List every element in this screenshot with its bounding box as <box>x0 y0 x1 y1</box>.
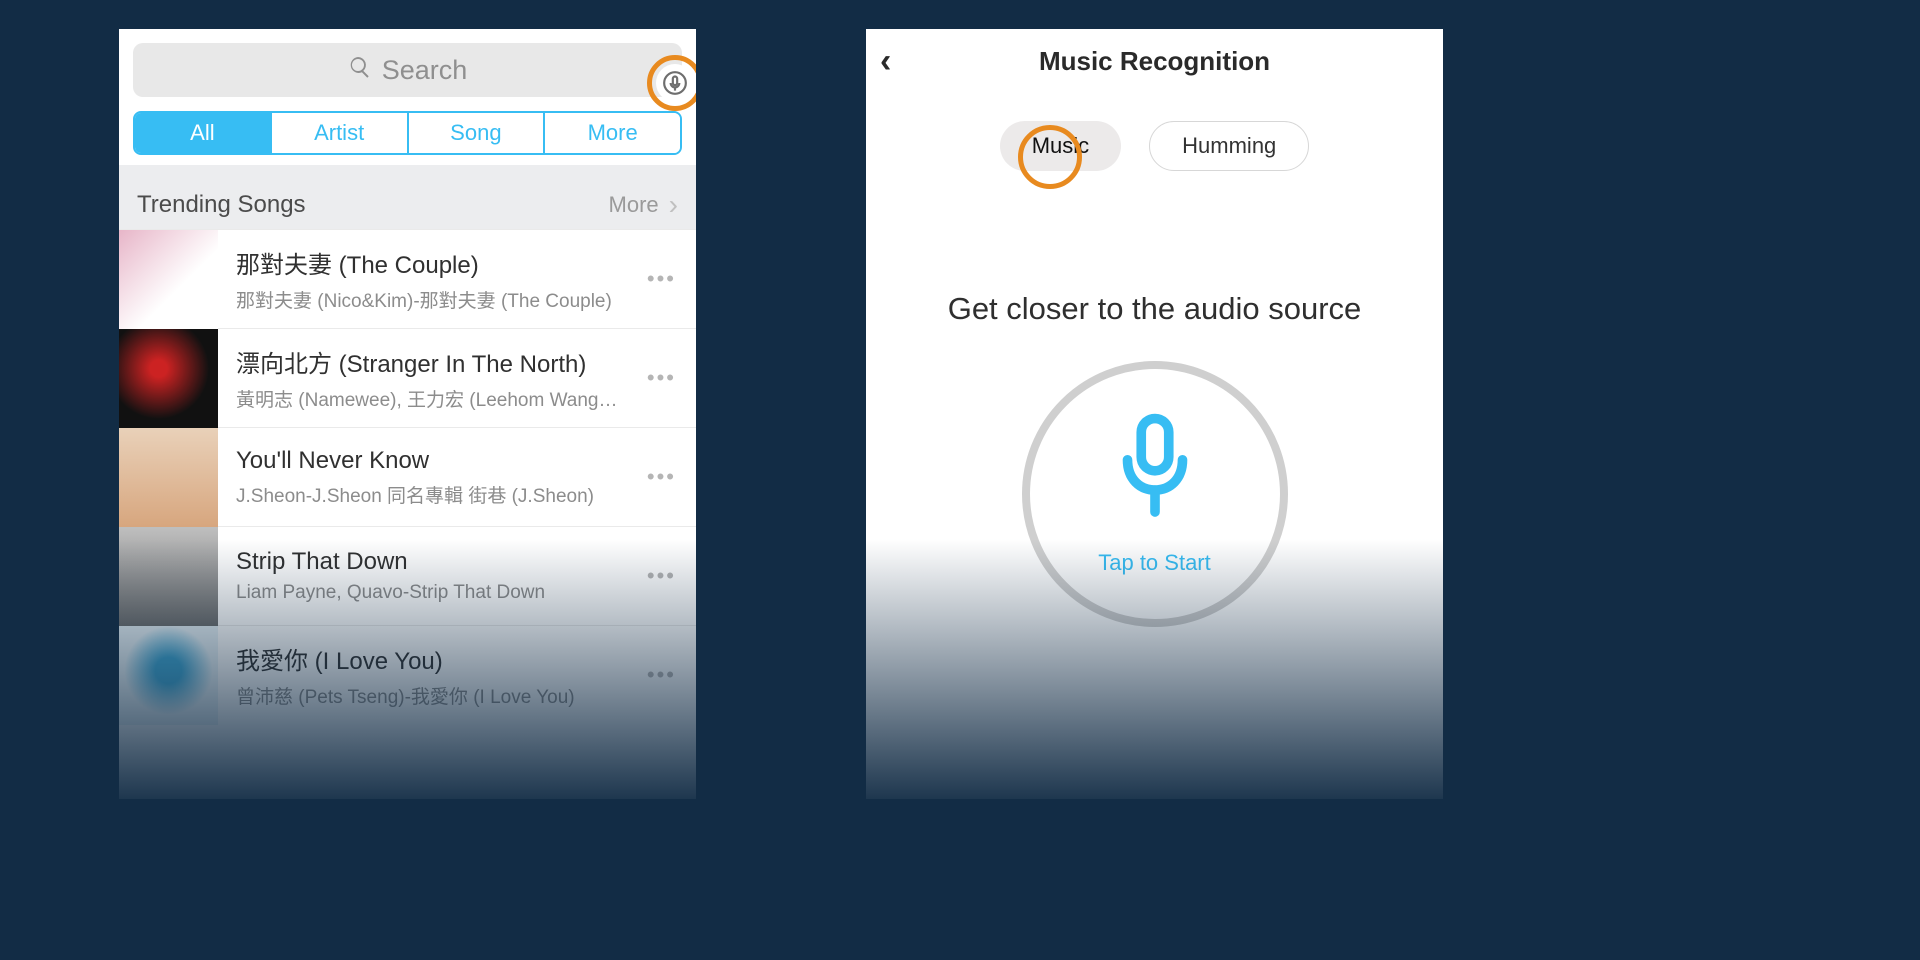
search-bar-container: Search <box>119 29 696 97</box>
song-subtitle: Liam Payne, Quavo-Strip That Down <box>236 582 623 604</box>
list-item[interactable]: You'll Never Know J.Sheon-J.Sheon 同名專輯 街… <box>119 427 696 526</box>
album-art <box>119 230 218 329</box>
album-art <box>119 329 218 428</box>
instruction-text: Get closer to the audio source <box>866 291 1443 327</box>
filter-tabs: All Artist Song More <box>119 97 696 165</box>
music-recognition-button[interactable] <box>656 64 694 102</box>
microphone-icon <box>1110 413 1200 528</box>
album-art <box>119 527 218 626</box>
music-recognition-screen: ‹ Music Recognition Music Humming Get cl… <box>866 29 1443 799</box>
search-placeholder: Search <box>382 55 468 86</box>
back-button[interactable]: ‹ <box>880 29 891 93</box>
search-icon <box>348 55 372 86</box>
song-subtitle: 那對夫妻 (Nico&Kim)-那對夫妻 (The Couple) <box>236 286 623 313</box>
list-item[interactable]: 那對夫妻 (The Couple) 那對夫妻 (Nico&Kim)-那對夫妻 (… <box>119 229 696 328</box>
song-subtitle: J.Sheon-J.Sheon 同名專輯 街巷 (J.Sheon) <box>236 481 623 508</box>
song-title: 我愛你 (I Love You) <box>236 641 623 676</box>
more-options-icon[interactable]: ••• <box>633 464 690 490</box>
song-title: 那對夫妻 (The Couple) <box>236 245 623 280</box>
tab-all[interactable]: All <box>135 113 272 153</box>
list-item[interactable]: Strip That Down Liam Payne, Quavo-Strip … <box>119 526 696 625</box>
trending-title: Trending Songs <box>137 191 306 219</box>
mode-music[interactable]: Music <box>1000 121 1121 171</box>
chevron-right-icon: › <box>669 189 678 221</box>
trending-more-button[interactable]: More › <box>609 189 678 221</box>
more-options-icon[interactable]: ••• <box>633 563 690 589</box>
more-options-icon[interactable]: ••• <box>633 365 690 391</box>
header: ‹ Music Recognition <box>866 29 1443 93</box>
list-item[interactable]: 漂向北方 (Stranger In The North) 黃明志 (Namewe… <box>119 328 696 427</box>
more-options-icon[interactable]: ••• <box>633 662 690 688</box>
search-screen: Search All Artist Song More Trending Son… <box>119 29 696 799</box>
song-title: 漂向北方 (Stranger In The North) <box>236 344 623 379</box>
song-title: You'll Never Know <box>236 447 623 475</box>
tap-to-start-label: Tap to Start <box>1098 550 1211 576</box>
chevron-left-icon: ‹ <box>880 42 891 81</box>
mode-toggle: Music Humming <box>866 121 1443 171</box>
song-subtitle: 曾沛慈 (Pets Tseng)-我愛你 (I Love You) <box>236 682 623 709</box>
more-options-icon[interactable]: ••• <box>633 266 690 292</box>
page-title: Music Recognition <box>1039 46 1270 77</box>
record-button[interactable]: Tap to Start <box>1022 361 1288 627</box>
search-input[interactable]: Search <box>133 43 682 97</box>
mode-humming[interactable]: Humming <box>1149 121 1309 171</box>
trending-song-list: 那對夫妻 (The Couple) 那對夫妻 (Nico&Kim)-那對夫妻 (… <box>119 229 696 724</box>
trending-header: Trending Songs More › <box>119 165 696 229</box>
album-art <box>119 428 218 527</box>
album-art <box>119 626 218 725</box>
list-item[interactable]: 我愛你 (I Love You) 曾沛慈 (Pets Tseng)-我愛你 (I… <box>119 625 696 724</box>
tab-more[interactable]: More <box>545 113 680 153</box>
tab-artist[interactable]: Artist <box>272 113 409 153</box>
tab-song[interactable]: Song <box>409 113 546 153</box>
song-subtitle: 黃明志 (Namewee), 王力宏 (Leehom Wang)-... <box>236 385 623 412</box>
song-title: Strip That Down <box>236 548 623 576</box>
